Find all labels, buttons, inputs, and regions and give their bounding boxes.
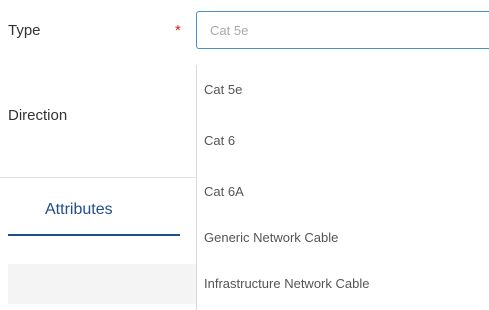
dropdown-option-generic-network-cable[interactable]: Generic Network Cable [204, 230, 338, 246]
type-select-value: Cat 5e [210, 23, 249, 38]
tab-attributes-label: Attributes [45, 201, 113, 218]
type-select[interactable]: Cat 5e [196, 11, 489, 49]
required-indicator: * [175, 22, 181, 39]
section-divider [0, 177, 196, 178]
direction-label: Direction [8, 107, 68, 124]
attributes-panel [8, 264, 196, 304]
dropdown-option-cat-5e[interactable]: Cat 5e [204, 82, 242, 98]
type-dropdown-menu: Cat 5e Cat 6 Cat 6A Generic Network Cabl… [196, 65, 489, 310]
type-label: Type [8, 22, 41, 39]
tab-attributes[interactable]: Attributes [8, 182, 180, 236]
dropdown-option-cat-6a[interactable]: Cat 6A [204, 184, 244, 200]
dropdown-option-cat-6[interactable]: Cat 6 [204, 133, 235, 149]
dropdown-option-infrastructure-network-cable[interactable]: Infrastructure Network Cable [204, 276, 369, 292]
